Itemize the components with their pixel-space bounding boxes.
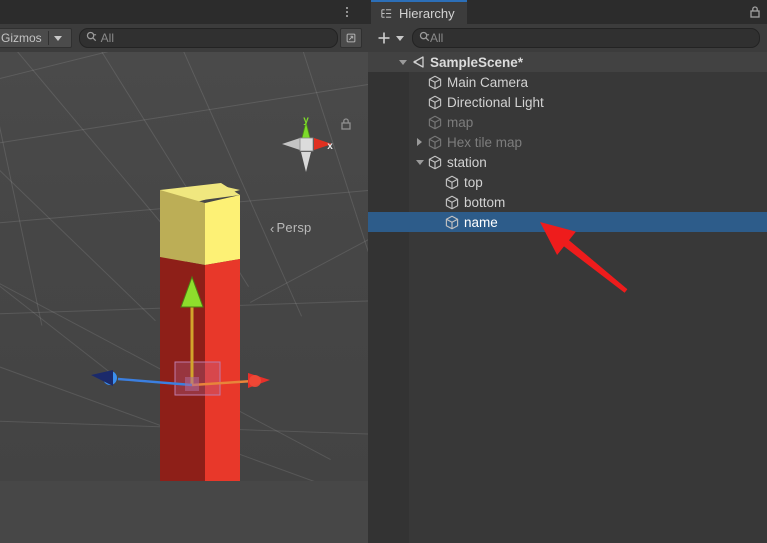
scene-icon (409, 52, 427, 72)
tree-item-label: Hex tile map (447, 134, 523, 150)
plus-icon (378, 32, 390, 44)
twisty-expanded-icon[interactable] (413, 152, 426, 172)
chevron-down-icon (396, 35, 404, 41)
twisty-spacer (413, 72, 426, 92)
gameobject-icon (428, 115, 442, 129)
gameobject-icon (428, 155, 442, 169)
gameobject-icon (445, 195, 459, 209)
scene-search-input[interactable]: All (78, 28, 338, 48)
scene-search-placeholder: All (100, 31, 115, 45)
tree-item-label: top (464, 174, 483, 190)
twisty-spacer (430, 192, 443, 212)
add-gameobject-button[interactable] (376, 30, 404, 46)
gameobject-icon (426, 152, 444, 172)
hierarchy-search-placeholder: All (430, 31, 444, 45)
persp-text: Persp (276, 220, 312, 235)
scene-tabbar (0, 0, 368, 24)
orientation-gizmo[interactable]: y x (276, 114, 336, 174)
gameobject-icon (445, 215, 459, 229)
lock-icon[interactable] (339, 117, 353, 131)
twisty-expanded-icon[interactable] (396, 52, 409, 72)
scene-view-panel: Gizmos All y x ‹ Persp (0, 0, 368, 543)
gameobject-icon (426, 72, 444, 92)
kebab-menu-icon[interactable] (339, 3, 355, 21)
unity-editor-window: Gizmos All y x ‹ Persp Hierarchy All Sam… (0, 0, 767, 543)
hierarchy-tabbar: Hierarchy (368, 0, 767, 24)
gizmos-label: Gizmos (1, 31, 42, 45)
scene-toolbar: Gizmos All (0, 24, 368, 53)
search-icon (86, 29, 97, 47)
gameobject-icon (428, 135, 442, 149)
tab-hierarchy[interactable]: Hierarchy (371, 0, 467, 24)
gameobject-icon (443, 172, 461, 192)
tree-item-map[interactable]: map (368, 112, 767, 132)
gameobject-icon (443, 212, 461, 232)
projection-mode-label[interactable]: ‹ Persp (270, 220, 312, 236)
tree-item-label: map (447, 114, 474, 130)
gameobject-icon (426, 92, 444, 112)
tree-item-top[interactable]: top (368, 172, 767, 192)
twisty-spacer (430, 212, 443, 232)
gameobject-icon (445, 175, 459, 189)
gameobject-icon (443, 192, 461, 212)
scene-viewport[interactable]: y x ‹ Persp (0, 52, 368, 481)
tree-item-directional-light[interactable]: Directional Light (368, 92, 767, 112)
tree-item-samplescene[interactable]: SampleScene* (368, 52, 767, 72)
hierarchy-icon (381, 8, 392, 18)
gameobject-icon (426, 112, 444, 132)
hierarchy-search-input[interactable]: All (412, 28, 760, 48)
tree-item-bottom[interactable]: bottom (368, 192, 767, 212)
tree-item-label: name (464, 214, 498, 230)
scene-icon (413, 56, 424, 68)
hierarchy-tree: SampleScene* Main Camera Directional Light… (368, 52, 767, 543)
gameobject-icon (428, 95, 442, 109)
tree-item-label: SampleScene* (430, 54, 524, 70)
gizmos-dropdown[interactable]: Gizmos (0, 28, 72, 48)
tree-item-label: Directional Light (447, 94, 544, 110)
scene-bottom-bar (0, 481, 368, 543)
divider (47, 31, 49, 45)
open-in-new-icon[interactable] (340, 28, 362, 48)
gameobject-icon (428, 75, 442, 89)
tree-item-label: station (447, 154, 487, 170)
tree-item-main-camera[interactable]: Main Camera (368, 72, 767, 92)
lock-icon[interactable] (748, 5, 762, 19)
twisty-spacer (413, 112, 426, 132)
tree-item-label: bottom (464, 194, 506, 210)
tree-item-name[interactable]: name (368, 212, 767, 232)
search-icon (419, 29, 430, 47)
hierarchy-panel: Hierarchy All SampleScene* Main Camera D… (368, 0, 767, 543)
chevron-down-icon (53, 35, 62, 41)
tab-hierarchy-label: Hierarchy (399, 5, 455, 21)
hierarchy-toolbar: All (368, 24, 767, 53)
chevron-left-icon: ‹ (270, 221, 275, 236)
move-gizmo[interactable] (85, 267, 285, 402)
tree-item-label: Main Camera (447, 74, 529, 90)
tree-item-station[interactable]: station (368, 152, 767, 172)
twisty-spacer (430, 172, 443, 192)
tree-item-hex-tile-map[interactable]: Hex tile map (368, 132, 767, 152)
twisty-spacer (413, 92, 426, 112)
axis-x-label: x (327, 141, 333, 152)
axis-y-label: y (303, 115, 309, 126)
twisty-collapsed-icon[interactable] (413, 132, 426, 152)
gameobject-icon (426, 132, 444, 152)
